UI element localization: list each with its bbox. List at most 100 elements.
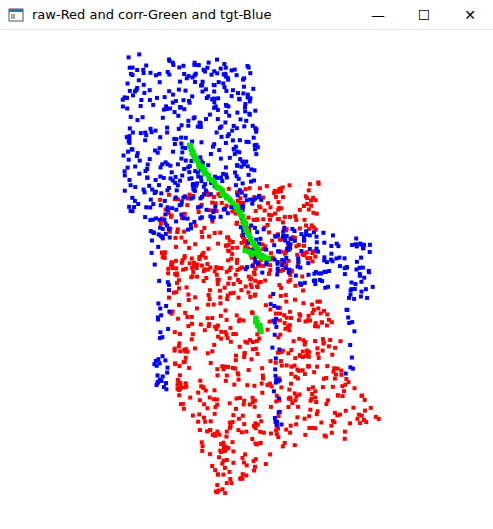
point	[206, 303, 210, 307]
point	[322, 255, 326, 259]
point	[274, 356, 278, 360]
point	[274, 420, 278, 424]
point	[237, 417, 241, 421]
point	[360, 414, 364, 418]
point	[355, 260, 359, 264]
point	[127, 134, 131, 138]
point	[212, 303, 216, 307]
point	[182, 385, 186, 389]
minimize-button[interactable]: —	[355, 0, 401, 29]
point	[167, 186, 171, 190]
point	[277, 217, 281, 221]
point	[179, 106, 183, 110]
point	[250, 285, 254, 289]
point	[135, 68, 139, 72]
point	[350, 281, 354, 285]
point	[269, 359, 273, 363]
point	[150, 239, 154, 243]
point	[208, 428, 212, 432]
point	[180, 174, 184, 178]
point	[211, 145, 215, 149]
point	[135, 154, 139, 158]
point-cloud-plot[interactable]	[0, 30, 493, 529]
point	[307, 414, 311, 418]
point	[360, 290, 364, 294]
point	[214, 490, 218, 494]
point	[252, 179, 256, 183]
point	[358, 421, 362, 425]
point	[223, 449, 227, 453]
point	[187, 170, 191, 174]
point	[166, 280, 170, 284]
point	[167, 310, 171, 314]
point	[123, 173, 127, 177]
point	[229, 340, 233, 344]
point	[245, 198, 249, 202]
point	[315, 365, 319, 369]
point	[358, 272, 362, 276]
point	[234, 273, 238, 277]
point	[234, 183, 238, 187]
point	[219, 67, 223, 71]
point	[231, 88, 235, 92]
point	[173, 110, 177, 114]
point-cloud-view[interactable]	[0, 30, 493, 529]
point	[224, 165, 228, 169]
point	[195, 181, 199, 185]
point	[251, 311, 255, 315]
point	[311, 385, 315, 389]
point	[277, 410, 281, 414]
point	[201, 444, 205, 448]
point	[139, 98, 143, 102]
point	[154, 216, 158, 220]
maximize-button[interactable]: ☐	[401, 0, 447, 29]
point	[180, 123, 184, 127]
point	[241, 91, 245, 95]
point	[207, 293, 211, 297]
close-button[interactable]: ✕	[447, 0, 493, 29]
point	[268, 320, 272, 324]
point	[170, 262, 174, 266]
point	[274, 325, 278, 329]
point	[204, 87, 208, 91]
point	[276, 260, 280, 264]
point	[216, 472, 220, 476]
point	[333, 346, 337, 350]
point	[216, 473, 220, 477]
point	[334, 257, 338, 261]
point	[254, 347, 258, 351]
point	[161, 227, 165, 231]
point	[365, 296, 369, 300]
point	[250, 437, 254, 441]
point	[336, 394, 340, 398]
point	[280, 258, 284, 262]
point	[219, 330, 223, 334]
point	[196, 391, 200, 395]
point	[163, 358, 167, 362]
point	[288, 183, 292, 187]
point	[166, 366, 170, 370]
point	[225, 481, 229, 485]
point	[283, 321, 287, 325]
point	[241, 233, 245, 237]
point	[213, 432, 217, 436]
point	[235, 246, 239, 250]
point	[235, 73, 239, 77]
point	[145, 167, 149, 171]
point	[330, 353, 334, 357]
point	[242, 399, 246, 403]
point	[352, 329, 356, 333]
point	[308, 247, 312, 251]
point	[217, 80, 221, 84]
point	[191, 332, 195, 336]
point	[245, 140, 249, 144]
point	[249, 224, 253, 228]
point	[251, 396, 255, 400]
point	[288, 396, 292, 400]
point	[193, 169, 197, 173]
series-raw	[158, 180, 381, 495]
point	[148, 98, 152, 102]
point	[135, 86, 139, 90]
point	[151, 103, 155, 107]
point	[268, 263, 272, 267]
